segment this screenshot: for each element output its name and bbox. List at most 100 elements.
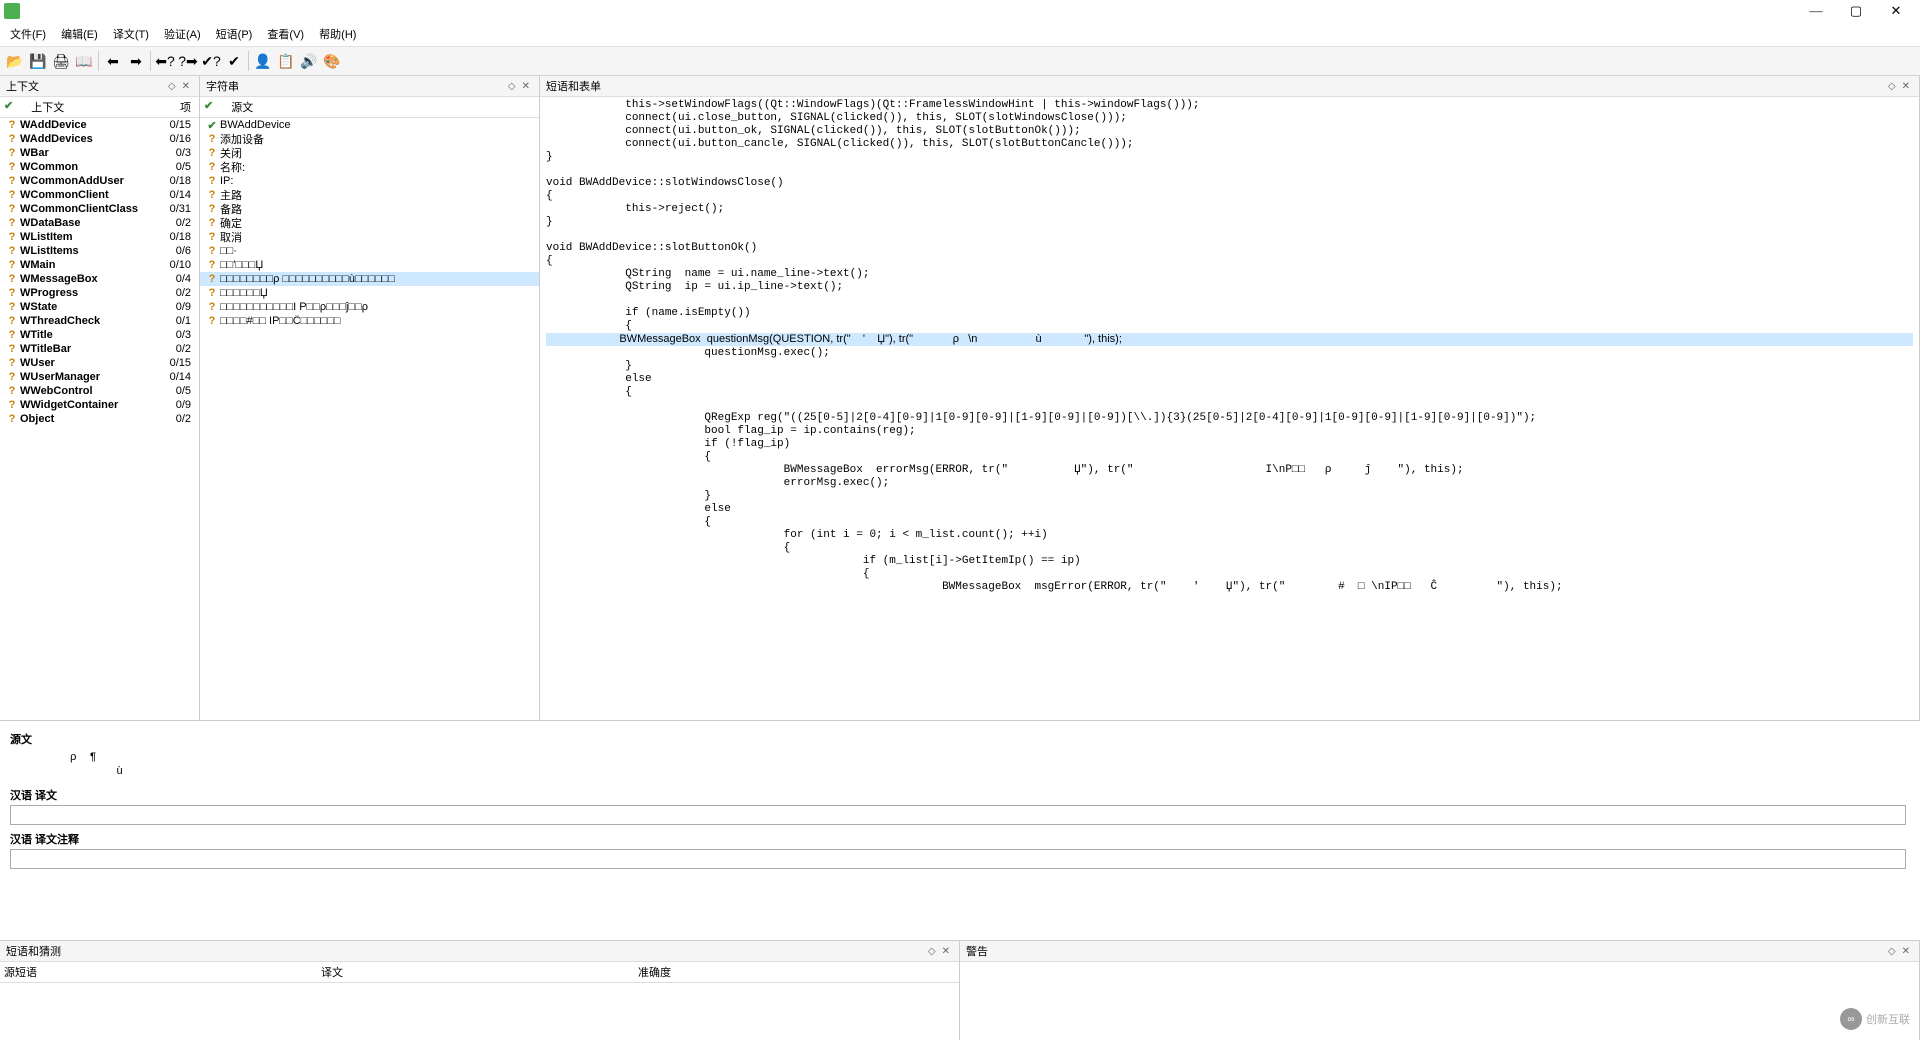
context-row[interactable]: ?WWidgetContainer0/9 xyxy=(0,398,199,412)
context-row[interactable]: ?WTitleBar0/2 xyxy=(0,342,199,356)
menu-help[interactable]: 帮助(H) xyxy=(313,24,362,44)
question-mark-icon: ? xyxy=(4,189,20,201)
string-row[interactable]: ?关闭 xyxy=(200,146,539,160)
menu-file[interactable]: 文件(F) xyxy=(4,24,52,44)
close-panel-icon[interactable]: ✕ xyxy=(1899,946,1913,957)
context-row[interactable]: ?WBar0/3 xyxy=(0,146,199,160)
toolbar-button-5[interactable]: ⬅ xyxy=(102,50,124,72)
question-mark-icon: ? xyxy=(4,259,20,271)
titlebar: — ▢ ✕ xyxy=(0,0,1920,22)
close-panel-icon[interactable]: ✕ xyxy=(519,81,533,92)
menubar: 文件(F) 编辑(E) 译文(T) 验证(A) 短语(P) 查看(V) 帮助(H… xyxy=(0,22,1920,47)
context-items: 0/5 xyxy=(155,385,195,397)
context-row[interactable]: ?WState0/9 xyxy=(0,300,199,314)
toolbar-button-14[interactable]: 📋 xyxy=(275,50,297,72)
string-row[interactable]: ?添加设备 xyxy=(200,132,539,146)
question-mark-icon: ? xyxy=(4,217,20,229)
toolbar-button-3[interactable]: 📖 xyxy=(73,50,95,72)
string-row[interactable]: ?□□· xyxy=(200,244,539,258)
string-row[interactable]: ✔BWAddDevice xyxy=(200,118,539,132)
context-items: 0/18 xyxy=(155,231,195,243)
context-list[interactable]: ?WAddDevice0/15?WAddDevices0/16?WBar0/3?… xyxy=(0,118,199,720)
string-row[interactable]: ?□□□□□□□□□□□I Ρ□□ρ□□□ĵ□□ρ xyxy=(200,300,539,314)
menu-validation[interactable]: 验证(A) xyxy=(158,24,207,44)
close-panel-icon[interactable]: ✕ xyxy=(179,81,193,92)
context-row[interactable]: ?WCommon0/5 xyxy=(0,160,199,174)
float-icon[interactable]: ◇ xyxy=(1885,946,1899,957)
context-row[interactable]: ?WListItems0/6 xyxy=(0,244,199,258)
context-row[interactable]: ?WProgress0/2 xyxy=(0,286,199,300)
context-row[interactable]: ?WTitle0/3 xyxy=(0,328,199,342)
toolbar-button-13[interactable]: 👤 xyxy=(252,50,274,72)
close-panel-icon[interactable]: ✕ xyxy=(939,946,953,957)
context-row[interactable]: ?WListItem0/18 xyxy=(0,230,199,244)
toolbar-button-9[interactable]: ?➡ xyxy=(177,50,199,72)
context-row[interactable]: ?WMain0/10 xyxy=(0,258,199,272)
context-row[interactable]: ?WAddDevice0/15 xyxy=(0,118,199,132)
string-text: □□□□□□□□□□□I Ρ□□ρ□□□ĵ□□ρ xyxy=(220,301,535,313)
context-row[interactable]: ?WMessageBox0/4 xyxy=(0,272,199,286)
context-items: 0/14 xyxy=(155,189,195,201)
string-row[interactable]: ?□□□□#□□ IP□□Ĉ□□□□□□ xyxy=(200,314,539,328)
question-mark-icon: ? xyxy=(4,245,20,257)
toolbar-button-1[interactable]: 💾 xyxy=(27,50,49,72)
string-row[interactable]: ?名称: xyxy=(200,160,539,174)
context-row[interactable]: ?WDataBase0/2 xyxy=(0,216,199,230)
warnings-panel-header: 警告 ◇ ✕ xyxy=(960,941,1919,962)
float-icon[interactable]: ◇ xyxy=(1885,81,1899,92)
context-row[interactable]: ?WCommonAddUser0/18 xyxy=(0,174,199,188)
toolbar-button-2[interactable]: 🖨 xyxy=(50,50,72,72)
minimize-button[interactable]: — xyxy=(1796,0,1836,22)
main-area: 上下文 ◇ ✕ ✔ 上下文 项 ?WAddDevice0/15?WAddDevi… xyxy=(0,76,1920,1040)
context-row[interactable]: ?WWebControl0/5 xyxy=(0,384,199,398)
close-button[interactable]: ✕ xyxy=(1876,0,1916,22)
toolbar-button-0[interactable]: 📂 xyxy=(4,50,26,72)
float-icon[interactable]: ◇ xyxy=(505,81,519,92)
toolbar-button-16[interactable]: 🎨 xyxy=(321,50,343,72)
float-icon[interactable]: ◇ xyxy=(165,81,179,92)
string-row[interactable]: ?□□□□□□□□ρ □□□□□□□□□□ù□□□□□□ xyxy=(200,272,539,286)
toolbar-button-11[interactable]: ✔ xyxy=(223,50,245,72)
context-row[interactable]: ?WCommonClient0/14 xyxy=(0,188,199,202)
toolbar-button-15[interactable]: 🔊 xyxy=(298,50,320,72)
context-row[interactable]: ?WCommonClientClass0/31 xyxy=(0,202,199,216)
maximize-button[interactable]: ▢ xyxy=(1836,0,1876,22)
context-name: WThreadCheck xyxy=(20,315,155,327)
context-row[interactable]: ?WAddDevices0/16 xyxy=(0,132,199,146)
context-name: WProgress xyxy=(20,287,155,299)
question-mark-icon: ? xyxy=(204,315,220,327)
string-row[interactable]: ?□□□□□□Џ xyxy=(200,286,539,300)
translation-input[interactable] xyxy=(10,805,1906,825)
string-text: □□□□□□Џ xyxy=(220,287,535,299)
forms-panel-title: 短语和表单 xyxy=(546,78,1885,94)
source-code-view[interactable]: this->setWindowFlags((Qt::WindowFlags)(Q… xyxy=(540,97,1919,720)
menu-phrases[interactable]: 短语(P) xyxy=(210,24,259,44)
context-row[interactable]: ?Object0/2 xyxy=(0,412,199,426)
question-mark-icon: ? xyxy=(204,301,220,313)
string-row[interactable]: ?IP: xyxy=(200,174,539,188)
context-row[interactable]: ?WUserManager0/14 xyxy=(0,370,199,384)
string-row[interactable]: ?主路 xyxy=(200,188,539,202)
strings-list[interactable]: ✔BWAddDevice?添加设备?关闭?名称:?IP:?主路?备路?确定?取消… xyxy=(200,118,539,720)
close-panel-icon[interactable]: ✕ xyxy=(1899,81,1913,92)
context-row[interactable]: ?WUser0/15 xyxy=(0,356,199,370)
string-text: □□· xyxy=(220,245,535,257)
forms-panel-header: 短语和表单 ◇ ✕ xyxy=(540,76,1919,97)
float-icon[interactable]: ◇ xyxy=(925,946,939,957)
string-text: BWAddDevice xyxy=(220,119,535,131)
menu-translation[interactable]: 译文(T) xyxy=(107,24,155,44)
toolbar-button-6[interactable]: ➡ xyxy=(125,50,147,72)
string-row[interactable]: ?确定 xyxy=(200,216,539,230)
string-row[interactable]: ?□□'□□□Џ xyxy=(200,258,539,272)
menu-view[interactable]: 查看(V) xyxy=(261,24,310,44)
toolbar-button-10[interactable]: ✔? xyxy=(200,50,222,72)
menu-edit[interactable]: 编辑(E) xyxy=(55,24,104,44)
comment-input[interactable] xyxy=(10,849,1906,869)
context-name: Object xyxy=(20,413,155,425)
string-row[interactable]: ?取消 xyxy=(200,230,539,244)
strings-columns: ✔ 源文 xyxy=(200,97,539,118)
context-row[interactable]: ?WThreadCheck0/1 xyxy=(0,314,199,328)
toolbar-button-8[interactable]: ⬅? xyxy=(154,50,176,72)
string-text: IP: xyxy=(220,175,535,187)
string-row[interactable]: ?备路 xyxy=(200,202,539,216)
